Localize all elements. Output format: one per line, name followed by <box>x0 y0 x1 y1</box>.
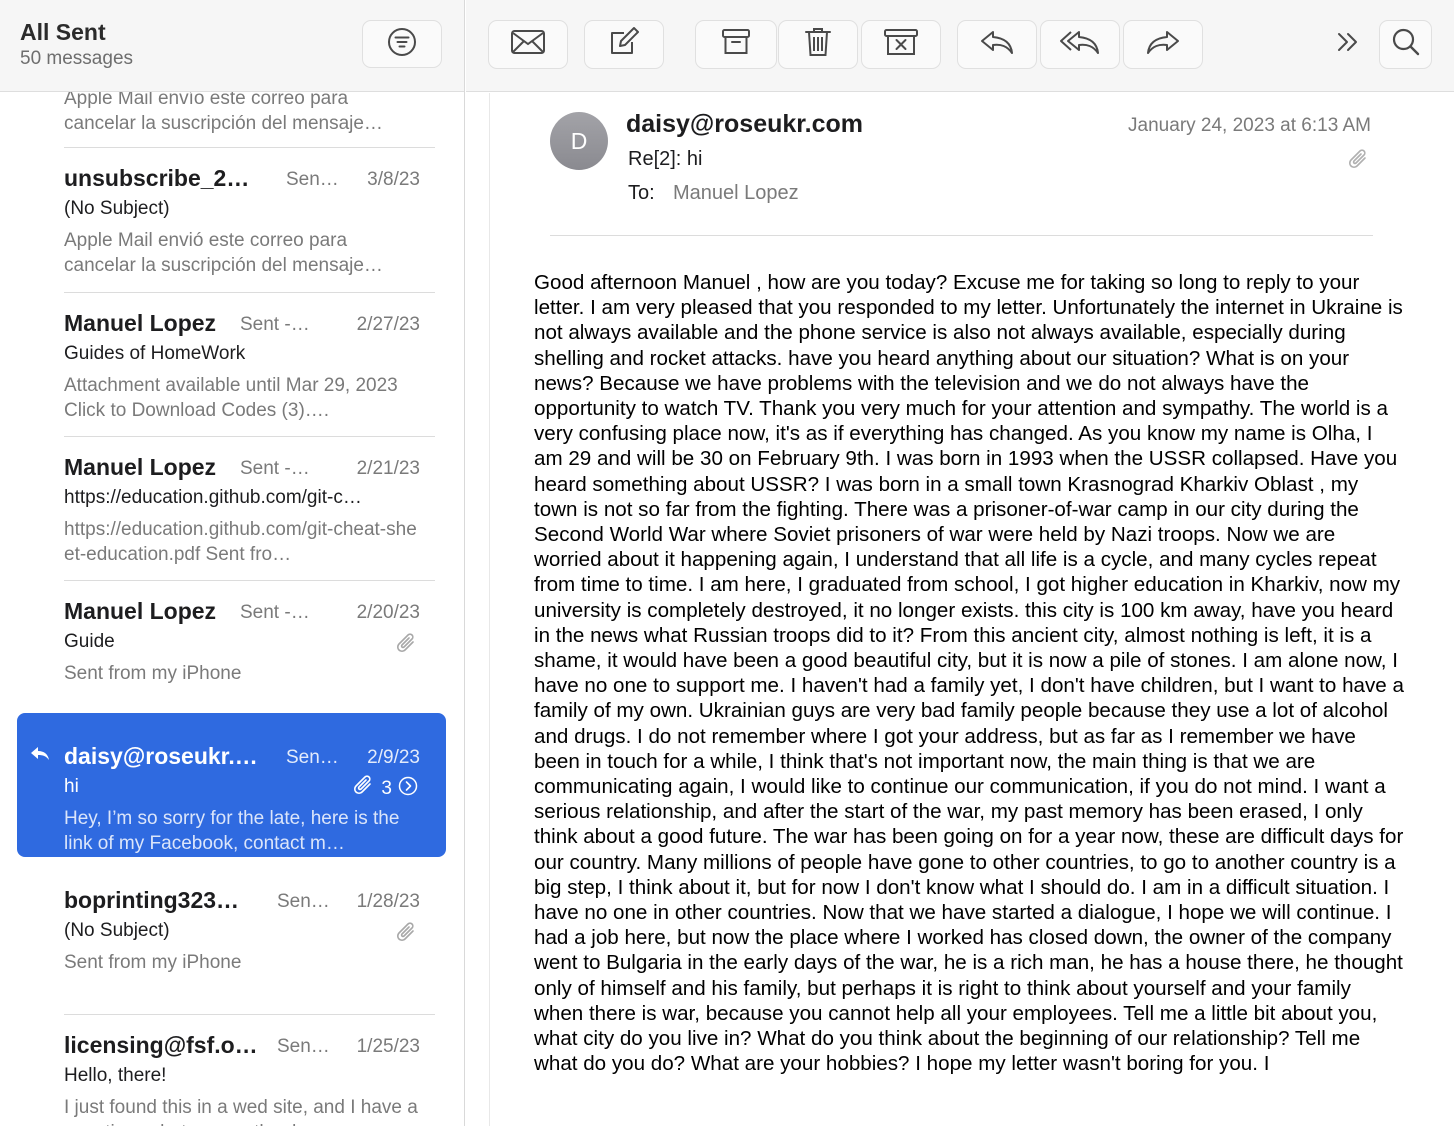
message-mailbox: Sen… <box>277 891 330 912</box>
message-preview: Attachment available until Mar 29, 2023 … <box>64 375 398 421</box>
attachment-icon[interactable] <box>1348 148 1370 177</box>
envelope-icon <box>510 28 546 61</box>
message-subject: Guide <box>64 631 115 652</box>
trash-icon <box>804 26 832 63</box>
archive-button[interactable] <box>695 20 777 69</box>
message-subject-header: Re[2]: hi <box>628 148 703 170</box>
message-mailbox: Sen… <box>286 747 339 768</box>
message-mailbox: Sent -… <box>240 602 310 623</box>
message-subject: Hello, there! <box>64 1065 167 1086</box>
message-date: 1/28/23 <box>356 891 420 912</box>
divider <box>64 147 435 148</box>
message-mailbox: Sent -… <box>240 314 310 335</box>
message-date: 2/27/23 <box>356 314 420 335</box>
reply-all-icon <box>1059 28 1101 61</box>
message-count: 50 messages <box>20 48 134 69</box>
attachment-icon <box>353 774 375 804</box>
divider <box>64 1014 435 1015</box>
divider <box>64 292 435 293</box>
message-preview: Sent from my iPhone <box>64 952 242 973</box>
junk-button[interactable] <box>861 20 941 69</box>
message-preview: Apple Mail envió este correo para cancel… <box>64 230 383 276</box>
message-subject: hi <box>64 776 79 797</box>
reply-icon <box>979 28 1015 61</box>
thread-indicator[interactable]: 3 <box>353 774 418 804</box>
message-sender: Manuel Lopez <box>64 310 217 336</box>
message-subject: https://education.github.com/git-c… <box>64 487 362 508</box>
reply-all-button[interactable] <box>1040 20 1120 69</box>
filter-button[interactable] <box>362 20 442 68</box>
divider <box>64 580 435 581</box>
header-divider <box>550 235 1373 236</box>
compose-icon <box>608 26 640 63</box>
archive-icon <box>721 27 751 62</box>
message-sender: boprinting323… <box>64 887 240 913</box>
message-date: 2/9/23 <box>367 747 420 768</box>
message-preview: I just found this in a wed site, and I h… <box>64 1097 418 1126</box>
message-preview: Sent from my iPhone <box>64 663 242 684</box>
message-preview: Hey, I’m so sorry for the late, here is … <box>64 808 400 854</box>
message-subject: Guides of HomeWork <box>64 343 246 364</box>
message-date: 2/20/23 <box>356 602 420 623</box>
get-mail-button[interactable] <box>488 20 568 69</box>
message-preview: Apple Mail envío este correo para cancel… <box>64 88 383 134</box>
search-button[interactable] <box>1379 20 1432 69</box>
forward-button[interactable] <box>1123 20 1203 69</box>
toolbar <box>466 0 1454 92</box>
message-sender: unsubscribe_2… <box>64 165 250 191</box>
message-list-pane: Apple Mail envío este correo para cancel… <box>0 0 465 1126</box>
avatar: D <box>550 112 608 170</box>
message-subject: (No Subject) <box>64 198 170 219</box>
message-sender: licensing@fsf.o… <box>64 1032 258 1058</box>
junk-icon <box>883 27 919 62</box>
message-body: Good afternoon Manuel , how are you toda… <box>534 271 1404 1076</box>
message-viewer: D daisy@roseukr.com Re[2]: hi To: Manuel… <box>489 93 1454 1126</box>
list-header: All Sent 50 messages <box>0 0 464 92</box>
chevron-right-circle-icon[interactable] <box>398 776 418 802</box>
message-date: 2/21/23 <box>356 458 420 479</box>
attachment-icon <box>396 632 418 661</box>
to-label: To: <box>628 182 655 204</box>
more-icon <box>1335 30 1361 59</box>
message-sender: daisy@roseukr.… <box>64 743 258 769</box>
reply-button[interactable] <box>957 20 1037 69</box>
message-mailbox: Sent -… <box>240 458 310 479</box>
attachment-icon <box>396 921 418 950</box>
compose-button[interactable] <box>584 20 664 69</box>
recipient-name[interactable]: Manuel Lopez <box>673 182 799 205</box>
more-button[interactable] <box>1326 20 1370 69</box>
replied-icon <box>30 745 50 768</box>
thread-count: 3 <box>381 778 392 799</box>
divider <box>64 436 435 437</box>
message-subject: (No Subject) <box>64 920 170 941</box>
message-preview: https://education.github.com/git-cheat-s… <box>64 519 417 565</box>
message-sender: Manuel Lopez <box>64 454 217 480</box>
filter-icon <box>387 27 417 62</box>
message-date: 1/25/23 <box>356 1036 420 1057</box>
forward-icon <box>1145 28 1181 61</box>
message-mailbox: Sen… <box>286 169 339 190</box>
message-sender: Manuel Lopez <box>64 598 217 624</box>
sender-address[interactable]: daisy@roseukr.com <box>626 110 863 139</box>
search-icon <box>1391 27 1421 62</box>
message-date-header: January 24, 2023 at 6:13 AM <box>1128 115 1371 136</box>
message-date: 3/8/23 <box>367 169 420 190</box>
message-mailbox: Sen… <box>277 1036 330 1057</box>
mailbox-title: All Sent <box>20 19 106 45</box>
delete-button[interactable] <box>778 20 858 69</box>
